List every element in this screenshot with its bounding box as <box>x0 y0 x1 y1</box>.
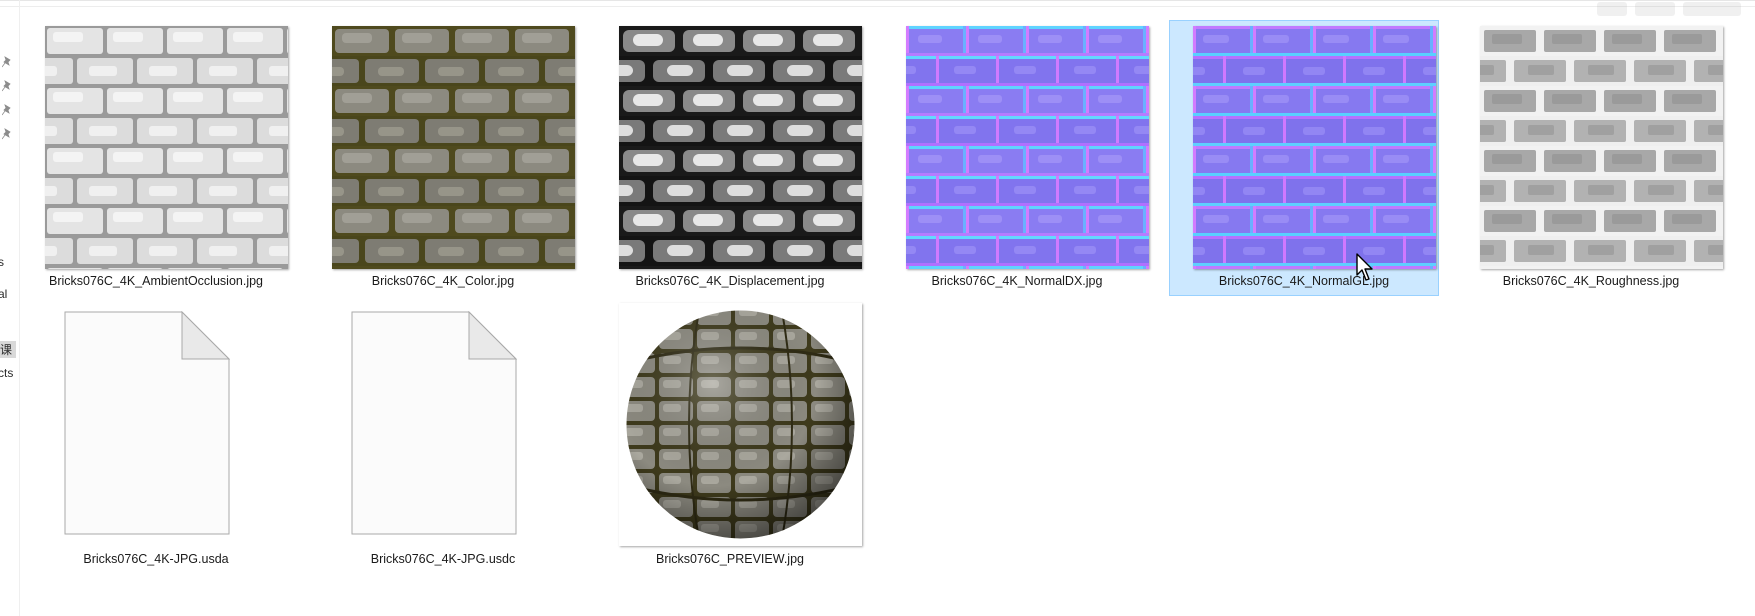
generic-file-icon <box>351 311 517 535</box>
normal-gl-texture <box>1193 26 1436 269</box>
pin-icon[interactable] <box>2 80 12 92</box>
file-item[interactable]: Bricks076C_4K_NormalDX.jpg <box>882 20 1152 296</box>
nav-item-label[interactable]: s <box>0 255 4 269</box>
file-name[interactable]: Bricks076C_4K-JPG.usda <box>22 552 290 566</box>
file-item[interactable]: Bricks076C_PREVIEW.jpg <box>595 298 865 574</box>
file-item[interactable]: Bricks076C_4K-JPG.usda <box>21 298 291 574</box>
ambient-occlusion-texture <box>45 26 288 269</box>
navigation-pane: s al 课 cts <box>0 0 20 616</box>
generic-file-icon <box>64 311 230 535</box>
file-item[interactable]: Bricks076C_4K_Displacement.jpg <box>595 20 865 296</box>
color-texture <box>332 26 575 269</box>
nav-item-label[interactable]: cts <box>0 366 13 380</box>
file-item-selected[interactable]: Bricks076C_4K_NormalGL.jpg <box>1169 20 1439 296</box>
pane-divider[interactable] <box>19 0 20 616</box>
file-item[interactable]: Bricks076C_4K_AmbientOcclusion.jpg <box>21 20 291 296</box>
file-thumbnail <box>1193 26 1436 269</box>
roughness-texture <box>1480 26 1723 269</box>
file-thumbnail <box>1480 26 1723 269</box>
normal-dx-texture <box>906 26 1149 269</box>
file-item[interactable]: Bricks076C_4K_Roughness.jpg <box>1456 20 1726 296</box>
file-thumbnail <box>45 26 288 269</box>
sphere-preview-image <box>619 303 862 546</box>
file-item[interactable]: Bricks076C_4K-JPG.usdc <box>308 298 578 574</box>
file-name[interactable]: Bricks076C_4K_NormalDX.jpg <box>883 274 1151 288</box>
pin-icon[interactable] <box>2 56 12 68</box>
file-name[interactable]: Bricks076C_PREVIEW.jpg <box>596 552 864 566</box>
pin-icon[interactable] <box>2 128 12 140</box>
file-name[interactable]: Bricks076C_4K-JPG.usdc <box>309 552 577 566</box>
file-name[interactable]: Bricks076C_4K_AmbientOcclusion.jpg <box>22 274 290 288</box>
file-item[interactable]: Bricks076C_4K_Color.jpg <box>308 20 578 296</box>
file-name[interactable]: Bricks076C_4K_Roughness.jpg <box>1457 274 1725 288</box>
nav-item-label-selected[interactable]: 课 <box>0 341 16 358</box>
mouse-cursor-icon <box>1356 253 1376 283</box>
nav-item-label[interactable]: al <box>0 287 7 301</box>
file-thumbnail <box>619 26 862 269</box>
file-name[interactable]: Bricks076C_4K_Color.jpg <box>309 274 577 288</box>
file-thumbnail <box>332 26 575 269</box>
file-thumbnail <box>906 26 1149 269</box>
pin-icon[interactable] <box>2 104 12 116</box>
file-name[interactable]: Bricks076C_4K_Displacement.jpg <box>596 274 864 288</box>
file-name[interactable]: Bricks076C_4K_NormalGL.jpg <box>1170 274 1438 288</box>
watermark-logo <box>1595 0 1745 20</box>
window-top-edge <box>0 0 1755 1</box>
file-thumbnail <box>619 303 862 546</box>
toolbar-divider <box>0 6 1755 7</box>
displacement-texture <box>619 26 862 269</box>
